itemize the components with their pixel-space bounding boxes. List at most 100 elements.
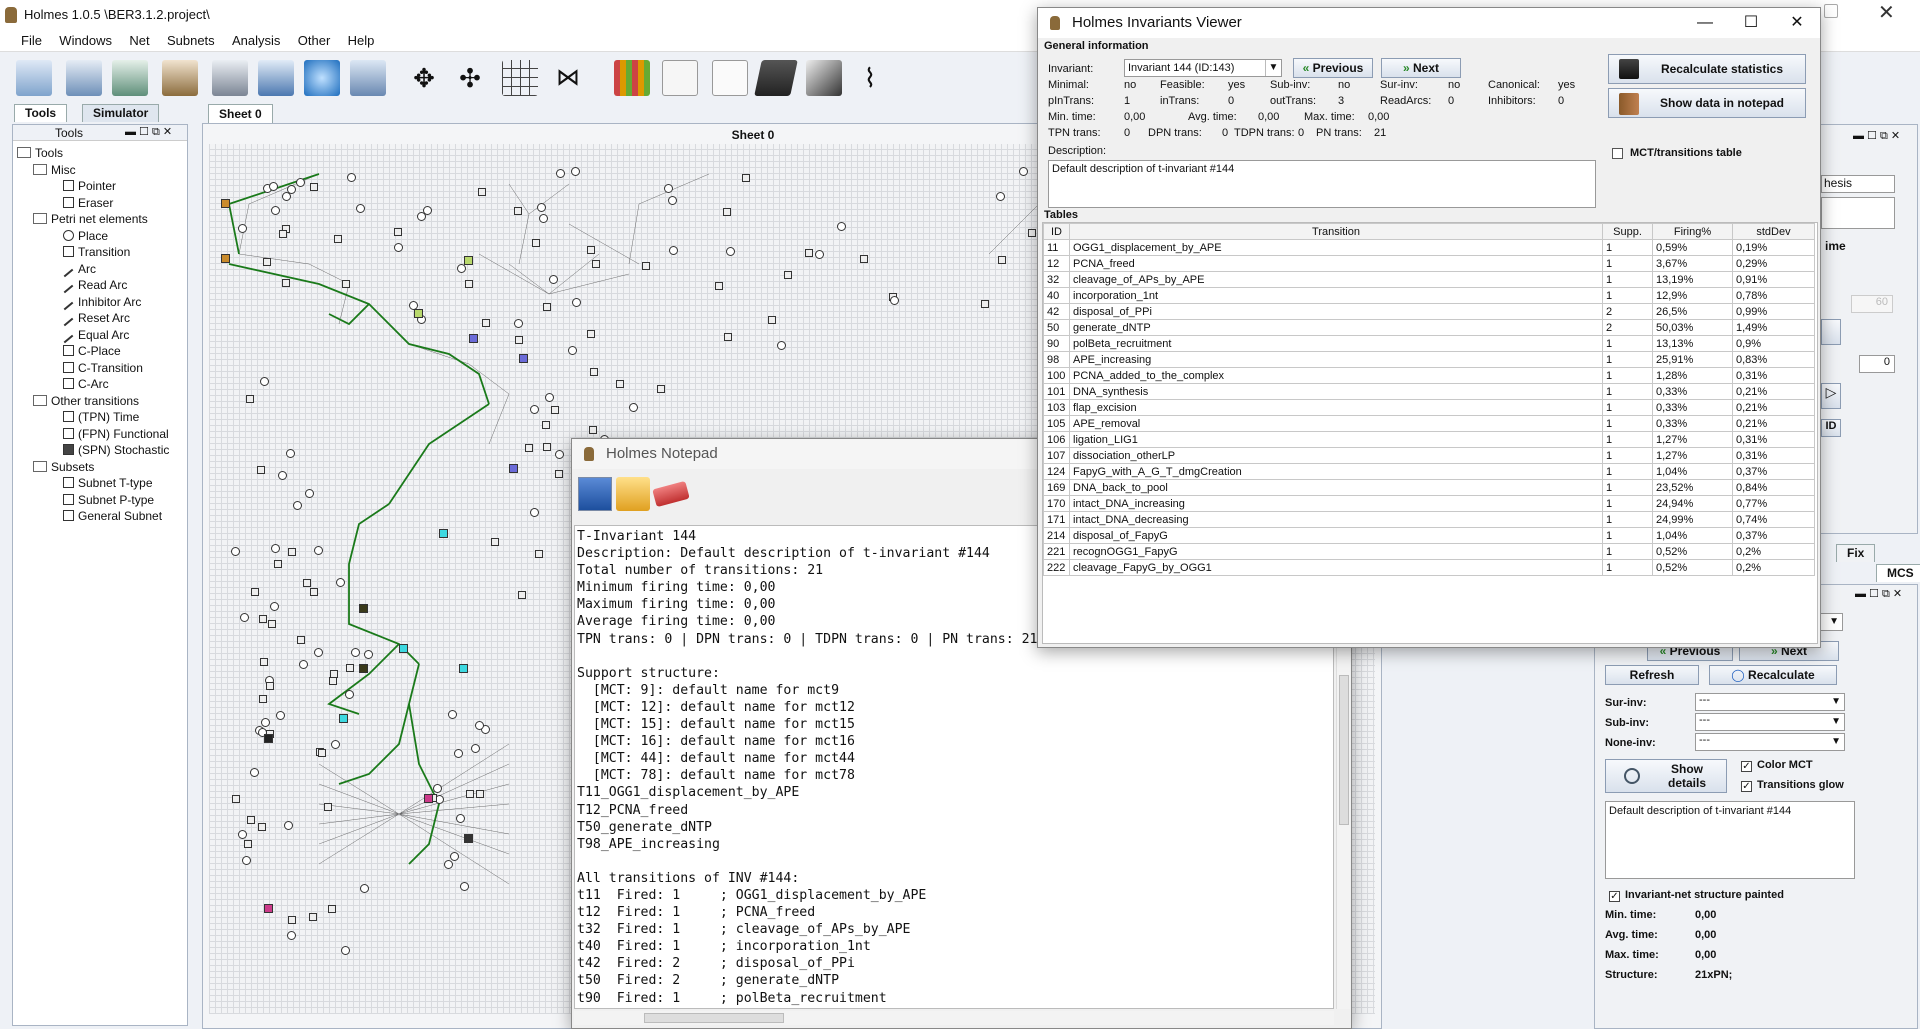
invariants-panel-controls-icon[interactable]: ▬ ☐ ⧉ ✕ bbox=[1855, 587, 1902, 601]
transition-node[interactable] bbox=[251, 588, 259, 596]
place-node[interactable] bbox=[555, 450, 564, 459]
sub-inv-select[interactable]: --- ▼ bbox=[1695, 713, 1845, 731]
place-node[interactable] bbox=[514, 319, 523, 328]
place-node[interactable] bbox=[336, 578, 345, 587]
place-node[interactable] bbox=[668, 196, 677, 205]
tree-item-tpn-time[interactable]: (TPN) Time bbox=[17, 409, 187, 426]
transition-node[interactable] bbox=[274, 560, 282, 568]
tree-item-c-place[interactable]: C-Place bbox=[17, 343, 187, 360]
place-node[interactable] bbox=[271, 544, 280, 553]
tree-item-subsets[interactable]: Subsets bbox=[17, 459, 187, 476]
invariant-description-area[interactable]: Default description of t-invariant #144 bbox=[1605, 801, 1855, 879]
new-project-icon[interactable] bbox=[16, 60, 52, 96]
highlighted-transition-node[interactable] bbox=[459, 664, 468, 673]
place-node[interactable] bbox=[341, 946, 350, 955]
col-support[interactable]: Supp. bbox=[1602, 223, 1653, 240]
move-all-icon[interactable]: ✥ bbox=[406, 60, 442, 96]
table-row[interactable]: 171 intact_DNA_decreasing 1 24,99% 0,74% bbox=[1043, 511, 1815, 528]
place-node[interactable] bbox=[475, 721, 484, 730]
transition-node[interactable] bbox=[334, 235, 342, 243]
transition-node[interactable] bbox=[742, 174, 750, 182]
place-node[interactable] bbox=[296, 178, 305, 187]
tree-item-pointer[interactable]: Pointer bbox=[17, 178, 187, 195]
tools-panel-controls-icon[interactable]: ▬ ☐ ⧉ ✕ bbox=[125, 125, 172, 139]
recalculate-statistics-button[interactable]: Recalculate statistics bbox=[1608, 54, 1806, 84]
align-icon[interactable]: ⋈ bbox=[550, 60, 586, 96]
highlighted-transition-node[interactable] bbox=[439, 529, 448, 538]
transition-node[interactable] bbox=[587, 246, 595, 254]
highlighted-transition-node[interactable] bbox=[399, 644, 408, 653]
place-node[interactable] bbox=[545, 393, 554, 402]
place-node[interactable] bbox=[444, 860, 453, 869]
col-firing[interactable]: Firing% bbox=[1652, 223, 1733, 240]
place-node[interactable] bbox=[271, 206, 280, 215]
place-node[interactable] bbox=[282, 192, 291, 201]
tree-item-inhibitor-arc[interactable]: Inhibitor Arc bbox=[17, 294, 187, 311]
transition-node[interactable] bbox=[263, 258, 271, 266]
col-stddev[interactable]: stdDev bbox=[1732, 223, 1815, 240]
place-node[interactable] bbox=[456, 814, 465, 823]
color-mct-checkbox[interactable]: ✓ bbox=[1741, 761, 1752, 772]
place-node[interactable] bbox=[556, 169, 565, 178]
highlighted-transition-node[interactable] bbox=[414, 309, 423, 318]
place-node[interactable] bbox=[571, 167, 580, 176]
menu-analysis[interactable]: Analysis bbox=[225, 30, 287, 48]
highlighted-transition-node[interactable] bbox=[359, 664, 368, 673]
table-row[interactable]: 11 OGG1_displacement_by_APE 1 0,59% 0,19% bbox=[1043, 239, 1815, 256]
transition-node[interactable] bbox=[257, 466, 265, 474]
transition-node[interactable] bbox=[232, 795, 240, 803]
trash-icon[interactable] bbox=[350, 60, 386, 96]
transition-node[interactable] bbox=[723, 208, 731, 216]
transition-node[interactable] bbox=[288, 916, 296, 924]
menu-other[interactable]: Other bbox=[291, 30, 338, 48]
transition-node[interactable] bbox=[258, 823, 266, 831]
notepad-horizontal-thumb[interactable] bbox=[644, 1013, 784, 1023]
transition-node[interactable] bbox=[329, 677, 337, 685]
right-panel-controls-icon[interactable]: ▬ ☐ ⧉ ✕ bbox=[1853, 129, 1900, 143]
place-node[interactable] bbox=[837, 222, 846, 231]
table-row[interactable]: 222 cleavage_FapyG_by_OGG1 1 0,52% 0,2% bbox=[1043, 559, 1815, 576]
transition-node[interactable] bbox=[318, 749, 326, 757]
transition-node[interactable] bbox=[532, 239, 540, 247]
menu-net[interactable]: Net bbox=[122, 30, 156, 48]
highlighted-transition-node[interactable] bbox=[519, 354, 528, 363]
settings-icon[interactable] bbox=[258, 60, 294, 96]
place-node[interactable] bbox=[530, 405, 539, 414]
table-row[interactable]: 100 PCNA_added_to_the_complex 1 1,28% 0,31% bbox=[1043, 367, 1815, 384]
tree-item-tools[interactable]: Tools bbox=[17, 145, 187, 162]
pulse-icon[interactable]: ⌇ bbox=[852, 60, 888, 96]
place-node[interactable] bbox=[331, 740, 340, 749]
report-icon[interactable] bbox=[712, 60, 748, 96]
highlighted-transition-node[interactable] bbox=[424, 794, 433, 803]
right-play-button[interactable]: ▷ bbox=[1821, 383, 1841, 409]
place-node[interactable] bbox=[305, 489, 314, 498]
tab-fix[interactable]: Fix bbox=[1836, 544, 1876, 562]
next-button[interactable]: » Next bbox=[1381, 58, 1461, 78]
place-node[interactable] bbox=[240, 613, 249, 622]
transition-node[interactable] bbox=[768, 316, 776, 324]
place-node[interactable] bbox=[726, 247, 735, 256]
table-row[interactable]: 214 disposal_of_FapyG 1 1,04% 0,37% bbox=[1043, 527, 1815, 544]
place-node[interactable] bbox=[815, 250, 824, 259]
place-node[interactable] bbox=[460, 882, 469, 891]
painted-checkbox[interactable]: ✓ bbox=[1609, 891, 1620, 902]
open-project-icon[interactable] bbox=[66, 60, 102, 96]
transition-node[interactable] bbox=[1028, 229, 1036, 237]
place-node[interactable] bbox=[530, 508, 539, 517]
viewer-close-icon[interactable]: ✕ bbox=[1774, 8, 1820, 38]
transition-node[interactable] bbox=[297, 636, 305, 644]
tree-item-spn-stochastic[interactable]: (SPN) Stochastic bbox=[17, 442, 187, 459]
transition-node[interactable] bbox=[260, 658, 268, 666]
place-node[interactable] bbox=[454, 749, 463, 758]
tree-item-reset-arc[interactable]: Reset Arc bbox=[17, 310, 187, 327]
transition-node[interactable] bbox=[998, 256, 1006, 264]
zero-spinner[interactable]: 0 bbox=[1859, 355, 1895, 373]
place-node[interactable] bbox=[299, 660, 308, 669]
recalculate-button[interactable]: ◯ Recalculate bbox=[1709, 665, 1837, 685]
transition-node[interactable] bbox=[259, 615, 267, 623]
place-node[interactable] bbox=[629, 403, 638, 412]
place-node[interactable] bbox=[568, 346, 577, 355]
transition-node[interactable] bbox=[328, 905, 336, 913]
main-restore-icon[interactable] bbox=[1824, 4, 1838, 18]
place-node[interactable] bbox=[433, 784, 442, 793]
